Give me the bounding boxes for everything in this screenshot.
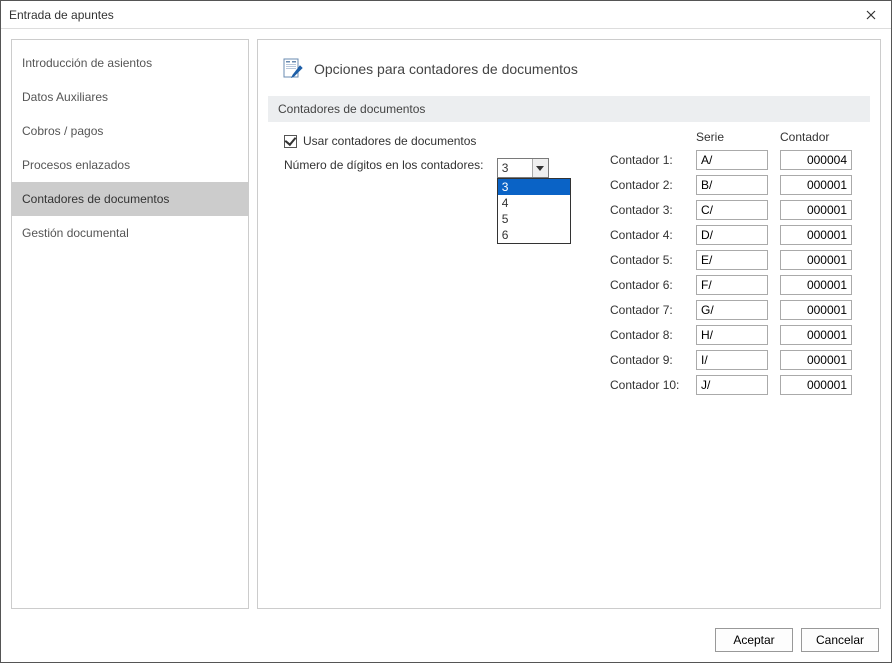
counter-label: Contador 10: [610, 378, 696, 392]
use-counters-checkbox[interactable] [284, 135, 297, 148]
use-counters-label: Usar contadores de documentos [303, 134, 476, 148]
digits-dropdown[interactable]: 3 [497, 158, 549, 178]
serie-input[interactable] [696, 300, 768, 320]
close-icon [866, 10, 876, 20]
sidebar-item-cobros-pagos[interactable]: Cobros / pagos [12, 114, 248, 148]
serie-input[interactable] [696, 175, 768, 195]
counter-row: Contador 4: [610, 225, 872, 245]
counter-label: Contador 7: [610, 303, 696, 317]
serie-input[interactable] [696, 350, 768, 370]
digits-row: Número de dígitos en los contadores: 3 3… [284, 158, 564, 178]
digits-option-4[interactable]: 4 [498, 195, 570, 211]
sidebar-item-label: Cobros / pagos [22, 124, 103, 138]
use-counters-checkbox-row: Usar contadores de documentos [284, 134, 564, 148]
counters-grid: Serie Contador Contador 1: Contador 2: Con… [564, 130, 872, 400]
sidebar-item-gestion-documental[interactable]: Gestión documental [12, 216, 248, 250]
digits-combo-wrap: 3 3 4 5 6 [497, 158, 549, 178]
contador-input[interactable] [780, 325, 852, 345]
dialog-body: Introducción de asientos Datos Auxiliare… [1, 29, 891, 619]
sidebar-item-contadores-documentos[interactable]: Contadores de documentos [12, 182, 248, 216]
contador-input[interactable] [780, 200, 852, 220]
counter-label: Contador 3: [610, 203, 696, 217]
counter-row: Contador 9: [610, 350, 872, 370]
digits-option-6[interactable]: 6 [498, 227, 570, 243]
sidebar: Introducción de asientos Datos Auxiliare… [11, 39, 249, 609]
contador-input[interactable] [780, 300, 852, 320]
controls-area: Usar contadores de documentos Número de … [266, 130, 872, 400]
grid-header: Serie Contador [610, 130, 872, 144]
document-edit-icon [282, 58, 304, 80]
serie-input[interactable] [696, 325, 768, 345]
close-button[interactable] [851, 1, 891, 29]
cancel-button[interactable]: Cancelar [801, 628, 879, 652]
sidebar-item-label: Contadores de documentos [22, 192, 169, 206]
header-contador: Contador [780, 130, 852, 144]
counter-label: Contador 4: [610, 228, 696, 242]
counter-label: Contador 6: [610, 278, 696, 292]
chevron-down-icon [532, 159, 548, 177]
counter-label: Contador 8: [610, 328, 696, 342]
digits-value: 3 [502, 161, 509, 175]
sidebar-item-label: Procesos enlazados [22, 158, 130, 172]
counter-row: Contador 8: [610, 325, 872, 345]
sidebar-item-label: Introducción de asientos [22, 56, 152, 70]
ok-button[interactable]: Aceptar [715, 628, 793, 652]
sidebar-item-label: Gestión documental [22, 226, 129, 240]
header-serie: Serie [696, 130, 768, 144]
contador-input[interactable] [780, 350, 852, 370]
counter-row: Contador 10: [610, 375, 872, 395]
counter-label: Contador 9: [610, 353, 696, 367]
main-panel: Opciones para contadores de documentos C… [257, 39, 881, 609]
serie-input[interactable] [696, 250, 768, 270]
left-column: Usar contadores de documentos Número de … [284, 130, 564, 178]
serie-input[interactable] [696, 200, 768, 220]
contador-input[interactable] [780, 175, 852, 195]
digits-option-3[interactable]: 3 [498, 179, 570, 195]
counter-label: Contador 2: [610, 178, 696, 192]
panel-header: Opciones para contadores de documentos [266, 58, 872, 80]
contador-input[interactable] [780, 150, 852, 170]
counter-label: Contador 1: [610, 153, 696, 167]
counter-row: Contador 7: [610, 300, 872, 320]
counter-row: Contador 3: [610, 200, 872, 220]
titlebar: Entrada de apuntes [1, 1, 891, 29]
digits-dropdown-list: 3 4 5 6 [497, 178, 571, 244]
serie-input[interactable] [696, 150, 768, 170]
counter-row: Contador 2: [610, 175, 872, 195]
section-header: Contadores de documentos [268, 96, 870, 122]
contador-input[interactable] [780, 225, 852, 245]
counter-label: Contador 5: [610, 253, 696, 267]
serie-input[interactable] [696, 225, 768, 245]
contador-input[interactable] [780, 250, 852, 270]
sidebar-item-datos-auxiliares[interactable]: Datos Auxiliares [12, 80, 248, 114]
counter-row: Contador 1: [610, 150, 872, 170]
contador-input[interactable] [780, 375, 852, 395]
digits-option-5[interactable]: 5 [498, 211, 570, 227]
footer: Aceptar Cancelar [1, 619, 891, 661]
sidebar-item-introduccion[interactable]: Introducción de asientos [12, 46, 248, 80]
serie-input[interactable] [696, 275, 768, 295]
contador-input[interactable] [780, 275, 852, 295]
counter-row: Contador 5: [610, 250, 872, 270]
sidebar-item-label: Datos Auxiliares [22, 90, 108, 104]
serie-input[interactable] [696, 375, 768, 395]
counter-row: Contador 6: [610, 275, 872, 295]
sidebar-item-procesos-enlazados[interactable]: Procesos enlazados [12, 148, 248, 182]
window-title: Entrada de apuntes [9, 8, 114, 22]
panel-title: Opciones para contadores de documentos [314, 61, 578, 77]
digits-label: Número de dígitos en los contadores: [284, 158, 483, 172]
